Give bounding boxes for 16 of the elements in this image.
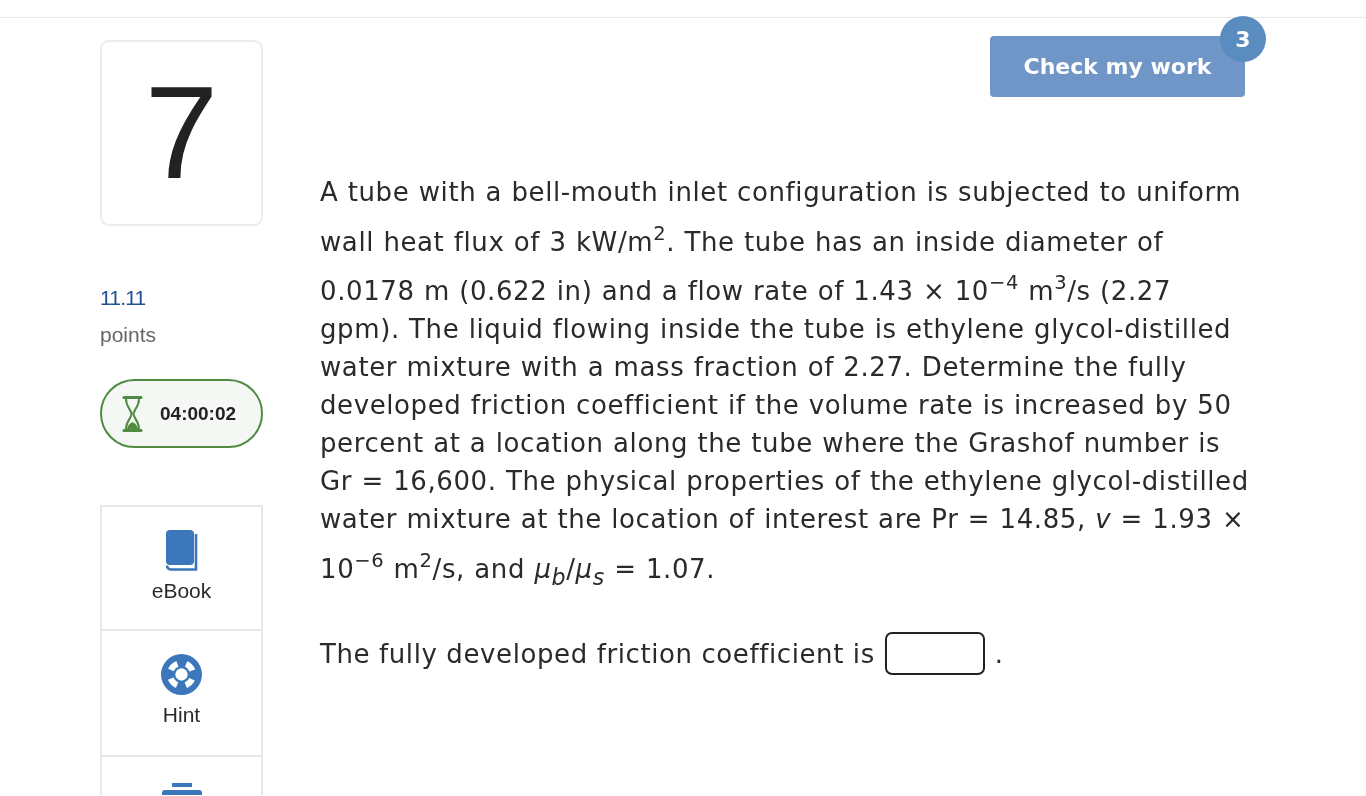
count-badge: 3	[1220, 16, 1266, 62]
answer-prompt: The fully developed friction coefficient is	[320, 638, 875, 669]
problem-text: A tube with a bell-mouth inlet configuration is subjected to uniform wall heat flux of 3 kW/m$^{2}$. The tube has an inside diameter of 0.0178 m (0.622 in) and a flow rate of 1.43 × 10$^{−4}$ m$^{3}$/s (2.27 gpm). The liquid flowing inside the tube is ethylene glycol-distilled water mixture with a mass fraction of 2.27. Determine the fully developed friction coefficient if the volume rate is increased by 50 percent at a location along the tube where the Grashof number is Gr = 16,600. The physical properties of the ethylene glycol-distilled water mixture at the location of interest are Pr = 14.85, v = 1.93 × 10$^{−6}$ m$^{2}$/s, and μ$_{b}$/μ$_{s}$ = 1.07.	[320, 176, 1250, 589]
hourglass-icon	[122, 395, 143, 432]
hint-button[interactable]: Hint	[100, 631, 263, 757]
answer-suffix: .	[994, 638, 1004, 669]
print-button[interactable]	[100, 757, 263, 795]
points-label: points	[100, 323, 158, 347]
book-icon	[165, 530, 198, 571]
timer-text: 04:00:02	[160, 402, 237, 425]
printer-icon	[161, 783, 202, 795]
lifebuoy-icon	[161, 654, 202, 695]
points-value: 11.11	[100, 286, 147, 310]
question-number: 7	[100, 40, 263, 226]
ebook-button[interactable]: eBook	[100, 505, 263, 631]
answer-box[interactable]	[884, 632, 985, 676]
